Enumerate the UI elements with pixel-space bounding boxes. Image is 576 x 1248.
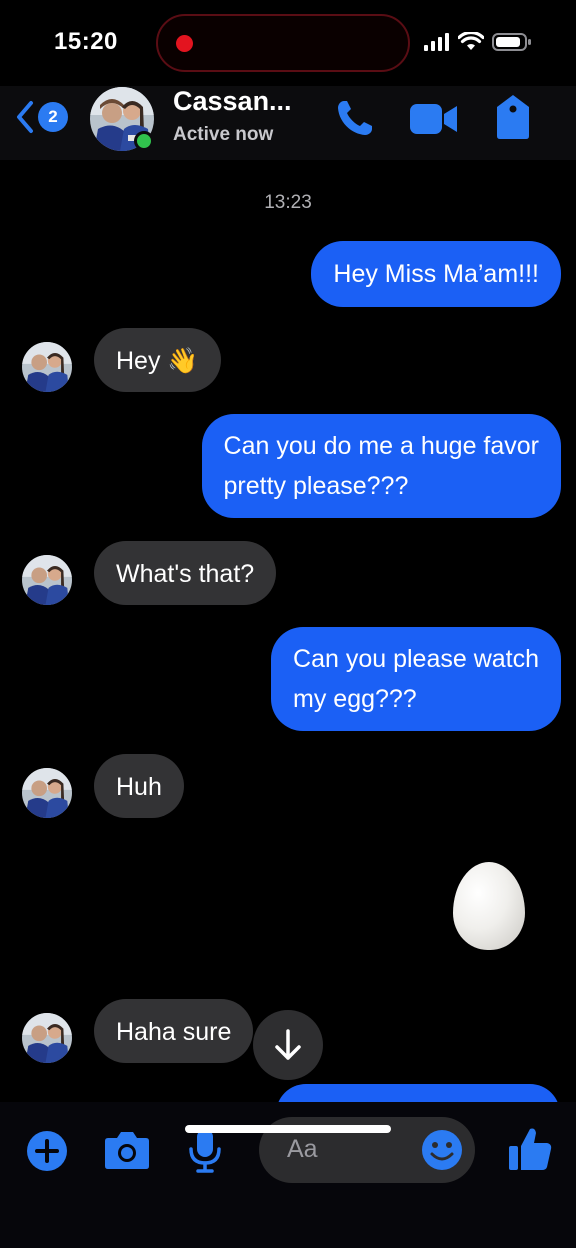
- scroll-to-bottom-button[interactable]: [253, 1010, 323, 1080]
- outgoing-message-bubble[interactable]: Hey Miss Ma’am!!!: [311, 241, 561, 307]
- cellular-signal-icon: [424, 33, 449, 51]
- contact-status: Active now: [173, 124, 274, 145]
- status-time: 15:20: [54, 28, 118, 55]
- wifi-icon: [458, 32, 484, 50]
- microphone-icon[interactable]: [188, 1128, 222, 1174]
- back-chevron-icon: [17, 101, 33, 133]
- dynamic-island: [156, 14, 410, 72]
- outgoing-message-bubble[interactable]: Can you please watch my egg???: [271, 627, 561, 731]
- message-composer: Aa: [0, 1102, 576, 1248]
- arrow-down-icon: [275, 1029, 301, 1060]
- message-text-line: Can you please watch: [293, 645, 539, 673]
- message-text-line: Can you do me a huge favor: [223, 432, 539, 460]
- thumbs-up-icon[interactable]: [508, 1126, 552, 1172]
- emoji-icon[interactable]: [421, 1129, 463, 1171]
- message-input-placeholder: Aa: [287, 1135, 318, 1163]
- avatar-photo: [22, 555, 72, 605]
- incoming-message-bubble[interactable]: What's that?: [94, 541, 277, 605]
- message-text: Haha sure: [116, 1018, 232, 1046]
- tag-icon[interactable]: [496, 94, 530, 140]
- chat-header: 2 Cassan... Active now: [0, 86, 576, 160]
- message-text: Hey 👋: [116, 347, 199, 375]
- message-text-line: my egg???: [293, 685, 417, 713]
- status-bar: 15:20: [0, 0, 576, 86]
- message-text-line: pretty please???: [223, 472, 409, 500]
- outgoing-message-bubble[interactable]: Can you do me a huge favor pretty please…: [201, 414, 561, 518]
- sender-avatar[interactable]: [22, 555, 72, 605]
- message-text: Hey Miss Ma’am!!!: [333, 260, 539, 288]
- avatar-photo: [22, 342, 72, 392]
- online-status-dot: [134, 131, 154, 151]
- unread-count-badge: 2: [38, 102, 68, 132]
- sender-avatar[interactable]: [22, 1013, 72, 1063]
- contact-name[interactable]: Cassan...: [173, 86, 292, 117]
- incoming-message-bubble[interactable]: Haha sure: [94, 999, 254, 1063]
- avatar-photo: [22, 768, 72, 818]
- egg-sticker-image[interactable]: [453, 862, 525, 950]
- back-button[interactable]: 2: [14, 100, 68, 134]
- video-camera-icon[interactable]: [410, 102, 458, 136]
- phone-icon[interactable]: [335, 98, 375, 138]
- avatar-photo: [22, 1013, 72, 1063]
- home-indicator[interactable]: [185, 1125, 391, 1133]
- battery-icon: [492, 33, 531, 51]
- recording-indicator: [176, 35, 193, 52]
- camera-icon[interactable]: [104, 1130, 150, 1170]
- message-text: What's that?: [116, 560, 255, 588]
- message-text: Huh: [116, 773, 162, 801]
- sender-avatar[interactable]: [22, 342, 72, 392]
- incoming-message-bubble[interactable]: Hey 👋: [94, 328, 221, 392]
- status-icons: [424, 32, 532, 52]
- sender-avatar[interactable]: [22, 768, 72, 818]
- incoming-message-bubble[interactable]: Huh: [94, 754, 184, 818]
- plus-icon[interactable]: [26, 1130, 68, 1172]
- message-timestamp: 13:23: [264, 192, 312, 213]
